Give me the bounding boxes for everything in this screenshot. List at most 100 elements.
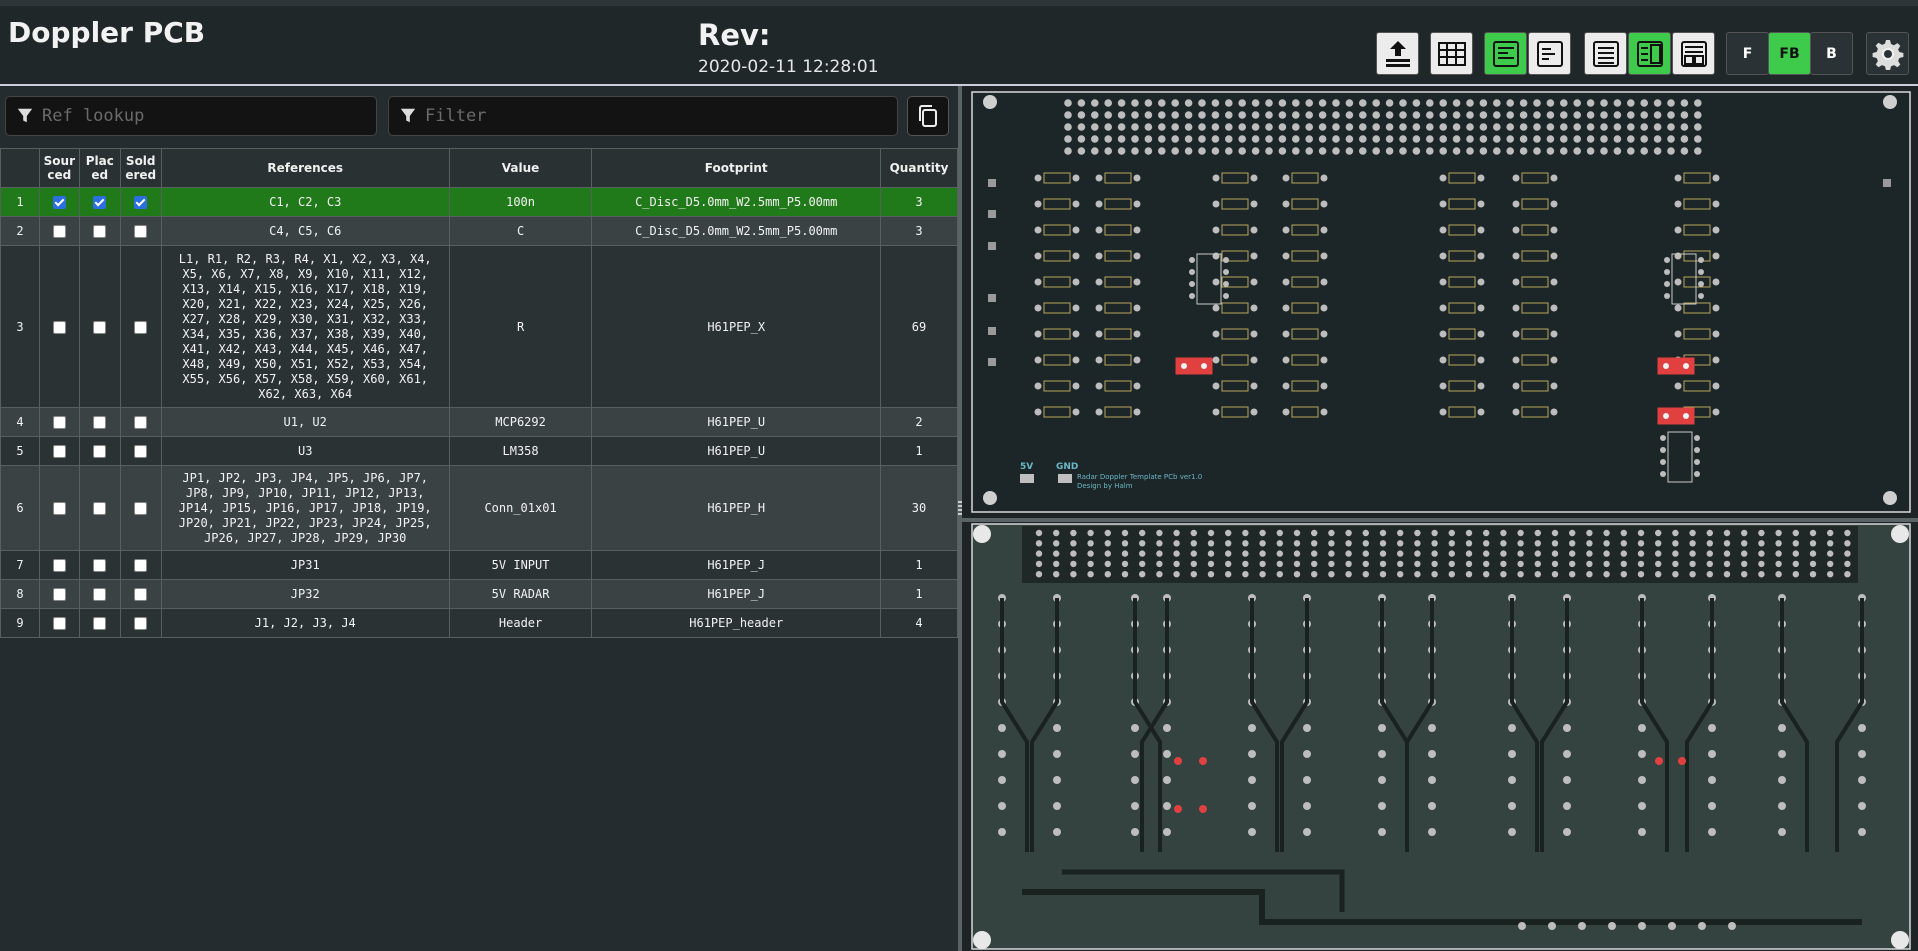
- sourced-checkbox[interactable]: [52, 445, 66, 458]
- bom-fb-icon[interactable]: [1672, 32, 1715, 75]
- placed-checkbox[interactable]: [93, 502, 107, 515]
- row-footprint: C_Disc_D5.0mm_W2.5mm_P5.00mm: [591, 187, 882, 217]
- row-references: C1, C2, C3: [160, 187, 450, 217]
- placed-checkbox[interactable]: [93, 559, 107, 572]
- layer-both-button[interactable]: FB: [1768, 32, 1811, 75]
- row-quantity: 1: [880, 436, 958, 466]
- layer-back-button[interactable]: B: [1810, 32, 1853, 75]
- bom-left-right-icon[interactable]: [1484, 32, 1527, 75]
- row-quantity: 3: [880, 187, 958, 217]
- sourced-checkbox[interactable]: [52, 502, 66, 515]
- placed-cell: [78, 245, 121, 408]
- row-index: 1: [0, 187, 40, 217]
- board-outline: [971, 91, 1911, 513]
- sourced-cell: [38, 550, 80, 580]
- placed-checkbox[interactable]: [93, 196, 107, 209]
- highlighted-pad: [1655, 757, 1663, 765]
- sourced-checkbox[interactable]: [52, 225, 66, 238]
- page-title: Doppler PCB: [8, 16, 206, 49]
- highlighted-pad: [1199, 805, 1207, 813]
- sourced-cell: [38, 465, 80, 551]
- soldered-checkbox[interactable]: [134, 196, 148, 209]
- placed-checkbox[interactable]: [93, 320, 107, 334]
- row-references: U1, U2: [160, 407, 450, 437]
- bom-panel: Ref lookup Filter Sour ced Plac ed Sold …: [0, 86, 958, 951]
- sourced-checkbox[interactable]: [52, 196, 66, 209]
- row-index: 2: [0, 216, 40, 246]
- placed-checkbox[interactable]: [93, 617, 107, 630]
- table-row[interactable]: 7 JP31 5V INPUT H61PEP_J 1: [0, 550, 958, 580]
- placed-checkbox[interactable]: [93, 445, 107, 458]
- soldered-checkbox[interactable]: [134, 320, 148, 334]
- row-references: JP32: [160, 579, 450, 609]
- row-quantity: 3: [880, 216, 958, 246]
- soldered-cell: [119, 216, 162, 246]
- placed-checkbox[interactable]: [93, 588, 107, 601]
- placed-cell: [78, 216, 121, 246]
- soldered-checkbox[interactable]: [134, 617, 148, 630]
- table-row[interactable]: 6 JP1, JP2, JP3, JP4, JP5, JP6, JP7, JP8,…: [0, 465, 958, 551]
- soldered-checkbox[interactable]: [134, 559, 148, 572]
- soldered-checkbox[interactable]: [134, 588, 148, 601]
- upload-icon[interactable]: [1376, 32, 1419, 75]
- sourced-cell: [38, 436, 80, 466]
- placed-checkbox[interactable]: [93, 416, 107, 429]
- header-soldered[interactable]: Sold ered: [119, 148, 162, 188]
- gear-icon[interactable]: [1866, 32, 1909, 75]
- row-footprint: C_Disc_D5.0mm_W2.5mm_P5.00mm: [591, 216, 882, 246]
- header-value[interactable]: Value: [448, 148, 593, 188]
- soldered-checkbox[interactable]: [134, 225, 148, 238]
- row-references: J1, J2, J3, J4: [160, 608, 450, 638]
- soldered-cell: [119, 187, 162, 217]
- header-sourced[interactable]: Sour ced: [38, 148, 80, 188]
- soldered-checkbox[interactable]: [134, 416, 148, 429]
- row-references: U3: [160, 436, 450, 466]
- header-references[interactable]: References: [160, 148, 450, 188]
- row-quantity: 30: [880, 465, 958, 551]
- mounting-hole: [1883, 491, 1897, 505]
- horizontal-splitter[interactable]: [962, 518, 1918, 522]
- placed-checkbox[interactable]: [93, 225, 107, 238]
- table-row[interactable]: 9 J1, J2, J3, J4 Header H61PEP_header 4: [0, 608, 958, 638]
- table-row[interactable]: 8 JP32 5V RADAR H61PEP_J 1: [0, 579, 958, 609]
- soldered-cell: [119, 465, 162, 551]
- table-row[interactable]: 1 C1, C2, C3 100n C_Disc_D5.0mm_W2.5mm_P5.0…: [0, 187, 958, 217]
- row-quantity: 2: [880, 407, 958, 437]
- filter-input[interactable]: Filter: [388, 96, 898, 136]
- sourced-cell: [38, 579, 80, 609]
- pcb-back-canvas[interactable]: [962, 522, 1918, 951]
- table-row[interactable]: 3 L1, R1, R2, R3, R4, X1, X2, X3, X4, X5,…: [0, 245, 958, 408]
- table-row[interactable]: 2 C4, C5, C6 C C_Disc_D5.0mm_W2.5mm_P5.00mm…: [0, 216, 958, 246]
- copy-icon[interactable]: [907, 96, 949, 136]
- bom-front-back-icon[interactable]: [1628, 32, 1671, 75]
- top-bar: Doppler PCB Rev: 2020-02-11 12:28:01 F F…: [0, 0, 1918, 84]
- sourced-checkbox[interactable]: [52, 617, 66, 630]
- row-value: 100n: [448, 187, 593, 217]
- sourced-cell: [38, 407, 80, 437]
- row-quantity: 1: [880, 579, 958, 609]
- soldered-checkbox[interactable]: [134, 445, 148, 458]
- placed-cell: [78, 608, 121, 638]
- bom-top-bottom-icon[interactable]: [1528, 32, 1571, 75]
- grid-icon[interactable]: [1430, 32, 1473, 75]
- ref-lookup-input[interactable]: Ref lookup: [5, 96, 377, 136]
- bom-only-icon[interactable]: [1584, 32, 1627, 75]
- soldered-checkbox[interactable]: [134, 502, 148, 515]
- table-row[interactable]: 5 U3 LM358 H61PEP_U 1: [0, 436, 958, 466]
- row-index: 8: [0, 579, 40, 609]
- header-quantity[interactable]: Quantity: [880, 148, 958, 188]
- table-row[interactable]: 4 U1, U2 MCP6292 H61PEP_U 2: [0, 407, 958, 437]
- silkscreen-5v: 5V: [1020, 462, 1033, 472]
- mounting-hole: [1883, 95, 1897, 109]
- header-placed[interactable]: Plac ed: [78, 148, 121, 188]
- sourced-checkbox[interactable]: [52, 416, 66, 429]
- sourced-checkbox[interactable]: [52, 559, 66, 572]
- bom-table: Sour ced Plac ed Sold ered References Va…: [0, 148, 958, 638]
- row-footprint: H61PEP_H: [591, 465, 882, 551]
- sourced-checkbox[interactable]: [52, 320, 66, 334]
- pcb-front-canvas[interactable]: Radar Doppler Template PCb ver1.0Design …: [962, 86, 1918, 518]
- sourced-checkbox[interactable]: [52, 588, 66, 601]
- row-value: C: [448, 216, 593, 246]
- layer-front-button[interactable]: F: [1726, 32, 1769, 75]
- header-footprint[interactable]: Footprint: [591, 148, 882, 188]
